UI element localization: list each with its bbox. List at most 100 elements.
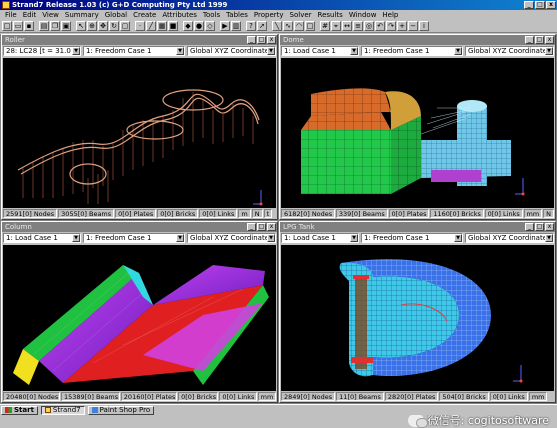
load-case-combo[interactable]: 1: Load Case 1 ▼ — [281, 233, 359, 243]
menu-create[interactable]: Create — [130, 11, 159, 19]
maximize-button[interactable]: □ — [535, 223, 544, 231]
results-icon[interactable]: ▥ — [231, 21, 241, 31]
model-viewport[interactable] — [3, 245, 276, 391]
coordinate-system-combo[interactable]: Global XYZ Coordinate Sy ▼ — [187, 233, 276, 243]
window-roller[interactable]: Roller _ □ x 28: LC28 [t = 31.0 s] ▼ 1: Fre… — [1, 34, 278, 220]
snap-icon[interactable]: ⌖ — [331, 21, 341, 31]
rotate-icon[interactable]: ↻ — [109, 21, 119, 31]
menu-file[interactable]: File — [2, 11, 20, 19]
load-case-combo[interactable]: 1: Load Case 1 ▼ — [3, 233, 81, 243]
wire-icon[interactable]: ◇ — [205, 21, 215, 31]
new-icon[interactable]: □ — [2, 21, 12, 31]
window-column[interactable]: Column _ □ x 1: Load Case 1 ▼ 1: Freedom Ca… — [1, 221, 278, 403]
zoom-icon[interactable]: ⊕ — [87, 21, 97, 31]
node-icon[interactable]: · — [135, 21, 145, 31]
plate-icon[interactable]: ▦ — [157, 21, 167, 31]
freedom-case-combo[interactable]: 1: Freedom Case 1 ▼ — [83, 46, 185, 56]
freedom-case-combo[interactable]: 1: Freedom Case 1 ▼ — [361, 233, 463, 243]
close-button[interactable]: x — [545, 223, 554, 231]
close-button[interactable]: x — [546, 1, 556, 9]
view-icon[interactable]: ◎ — [364, 21, 374, 31]
minimize-button[interactable]: _ — [525, 36, 534, 44]
maximize-button[interactable]: □ — [535, 36, 544, 44]
chevron-down-icon[interactable]: ▼ — [454, 234, 462, 242]
menu-results[interactable]: Results — [315, 11, 346, 19]
pan-icon[interactable]: ✥ — [98, 21, 108, 31]
chevron-down-icon[interactable]: ▼ — [350, 234, 358, 242]
grid-icon[interactable]: # — [320, 21, 330, 31]
chevron-down-icon[interactable]: ▼ — [267, 234, 275, 242]
menu-edit[interactable]: Edit — [20, 11, 40, 19]
render-icon[interactable]: ◆ — [183, 21, 193, 31]
solver-icon[interactable]: ▶ — [220, 21, 230, 31]
menu-view[interactable]: View — [39, 11, 62, 19]
brick-icon[interactable]: ■ — [168, 21, 178, 31]
pointer-icon[interactable]: ➚ — [257, 21, 267, 31]
window-title[interactable]: Column _ □ x — [2, 222, 277, 232]
coordinate-system-combo[interactable]: Global XYZ Coordinate Sy ▼ — [465, 46, 554, 56]
layer-icon[interactable]: ≡ — [353, 21, 363, 31]
menu-global[interactable]: Global — [102, 11, 130, 19]
close-button[interactable]: x — [267, 223, 276, 231]
window-title[interactable]: Roller _ □ x — [2, 35, 277, 45]
close-button[interactable]: x — [545, 36, 554, 44]
redo-icon[interactable]: ↷ — [386, 21, 396, 31]
model-viewport[interactable] — [281, 58, 554, 208]
load-case-combo[interactable]: 1: Load Case 1 ▼ — [281, 46, 359, 56]
menu-summary[interactable]: Summary — [62, 11, 102, 19]
curve-icon[interactable]: ∿ — [283, 21, 293, 31]
chevron-down-icon[interactable]: ▼ — [350, 47, 358, 55]
minimize-button[interactable]: _ — [525, 223, 534, 231]
maximize-button[interactable]: □ — [257, 36, 266, 44]
undo-icon[interactable]: ↶ — [375, 21, 385, 31]
window-lpg-tank[interactable]: LPG Tank _ □ x 1: Load Case 1 ▼ 1: Freedom … — [279, 221, 556, 403]
box-icon[interactable]: □ — [305, 21, 315, 31]
app-icon[interactable] — [2, 1, 10, 9]
start-button[interactable]: Start — [1, 405, 38, 415]
open-icon[interactable]: ▭ — [13, 21, 23, 31]
window-title[interactable]: LPG Tank _ □ x — [280, 222, 555, 232]
model-viewport[interactable] — [281, 245, 554, 391]
chevron-down-icon[interactable]: ▼ — [545, 234, 553, 242]
coordinate-system-combo[interactable]: Global XYZ Coordinate Sy ▼ — [187, 46, 276, 56]
chevron-down-icon[interactable]: ▼ — [454, 47, 462, 55]
zoomout-icon[interactable]: − — [408, 21, 418, 31]
menu-solver[interactable]: Solver — [287, 11, 315, 19]
print-icon[interactable]: ▤ — [39, 21, 49, 31]
measure-icon[interactable]: ↔ — [342, 21, 352, 31]
chevron-down-icon[interactable]: ▼ — [176, 234, 184, 242]
maximize-button[interactable]: □ — [535, 1, 545, 9]
taskbar-item-paint-shop-pro[interactable]: Paint Shop Pro — [87, 405, 155, 415]
select-icon[interactable]: ↖ — [76, 21, 86, 31]
paste-icon[interactable]: ▣ — [61, 21, 71, 31]
load-case-combo[interactable]: 28: LC28 [t = 31.0 s] ▼ — [3, 46, 81, 56]
coordinate-system-combo[interactable]: Global XYZ Coordinate Sy ▼ — [465, 233, 554, 243]
menu-window[interactable]: Window — [346, 11, 380, 19]
chevron-down-icon[interactable]: ▼ — [545, 47, 553, 55]
save-icon[interactable]: ▪ — [24, 21, 34, 31]
beam-icon[interactable]: ╱ — [146, 21, 156, 31]
menu-attributes[interactable]: Attributes — [159, 11, 200, 19]
model-viewport[interactable] — [3, 58, 276, 208]
chevron-down-icon[interactable]: ▼ — [72, 234, 80, 242]
minimize-button[interactable]: _ — [524, 1, 534, 9]
minimize-button[interactable]: _ — [247, 36, 256, 44]
zoomin-icon[interactable]: + — [397, 21, 407, 31]
arc-icon[interactable]: ◠ — [294, 21, 304, 31]
chevron-down-icon[interactable]: ▼ — [176, 47, 184, 55]
window-title[interactable]: Dome _ □ x — [280, 35, 555, 45]
freedom-case-combo[interactable]: 1: Freedom Case 1 ▼ — [361, 46, 463, 56]
menu-help[interactable]: Help — [379, 11, 401, 19]
menu-property[interactable]: Property — [251, 11, 287, 19]
fit-icon[interactable]: ▢ — [120, 21, 130, 31]
menu-tables[interactable]: Tables — [223, 11, 251, 19]
copy-icon[interactable]: ❐ — [50, 21, 60, 31]
window-dome[interactable]: Dome _ □ x 1: Load Case 1 ▼ 1: Freedom Case… — [279, 34, 556, 220]
taskbar-item-strand7[interactable]: Strand7 — [40, 405, 85, 415]
chevron-down-icon[interactable]: ▼ — [267, 47, 275, 55]
help-icon[interactable]: ? — [246, 21, 256, 31]
minimize-button[interactable]: _ — [247, 223, 256, 231]
maximize-button[interactable]: □ — [257, 223, 266, 231]
app-titlebar[interactable]: Strand7 Release 1.03 (c) G+D Computing P… — [0, 0, 557, 10]
freedom-case-combo[interactable]: 1: Freedom Case 1 ▼ — [83, 233, 185, 243]
